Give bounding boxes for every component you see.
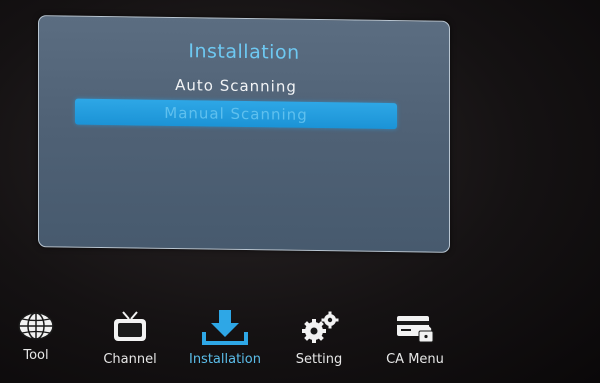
- download-icon: [202, 310, 248, 345]
- gears-icon: [302, 311, 339, 343]
- nav-label-setting: Setting: [295, 352, 343, 367]
- installation-dialog: Installation Auto Scanning Manual Scanni…: [38, 15, 450, 253]
- nav-item-setting[interactable]: Setting: [286, 310, 352, 367]
- menu-item-manual-scanning[interactable]: Manual Scanning: [75, 98, 397, 130]
- nav-label-installation: Installation: [188, 352, 261, 367]
- menu-item-auto-scanning[interactable]: Auto Scanning: [75, 71, 397, 101]
- tv-screen: Installation Auto Scanning Manual Scanni…: [0, 0, 600, 383]
- bottom-nav: Tool Channel Installation Setting CA Men…: [0, 310, 600, 383]
- dialog-title: Installation: [188, 40, 300, 64]
- nav-label-channel: Channel: [103, 352, 157, 367]
- nav-item-channel[interactable]: Channel: [94, 310, 166, 367]
- tv-icon: [114, 311, 146, 341]
- nav-item-ca-menu[interactable]: CA Menu: [370, 310, 460, 367]
- nav-label-ca-menu: CA Menu: [386, 352, 444, 367]
- nav-item-tool[interactable]: Tool: [8, 310, 64, 363]
- card-lock-icon: [397, 316, 434, 343]
- nav-item-installation[interactable]: Installation: [178, 310, 272, 367]
- nav-label-tool: Tool: [23, 348, 49, 363]
- globe-icon: [18, 312, 54, 340]
